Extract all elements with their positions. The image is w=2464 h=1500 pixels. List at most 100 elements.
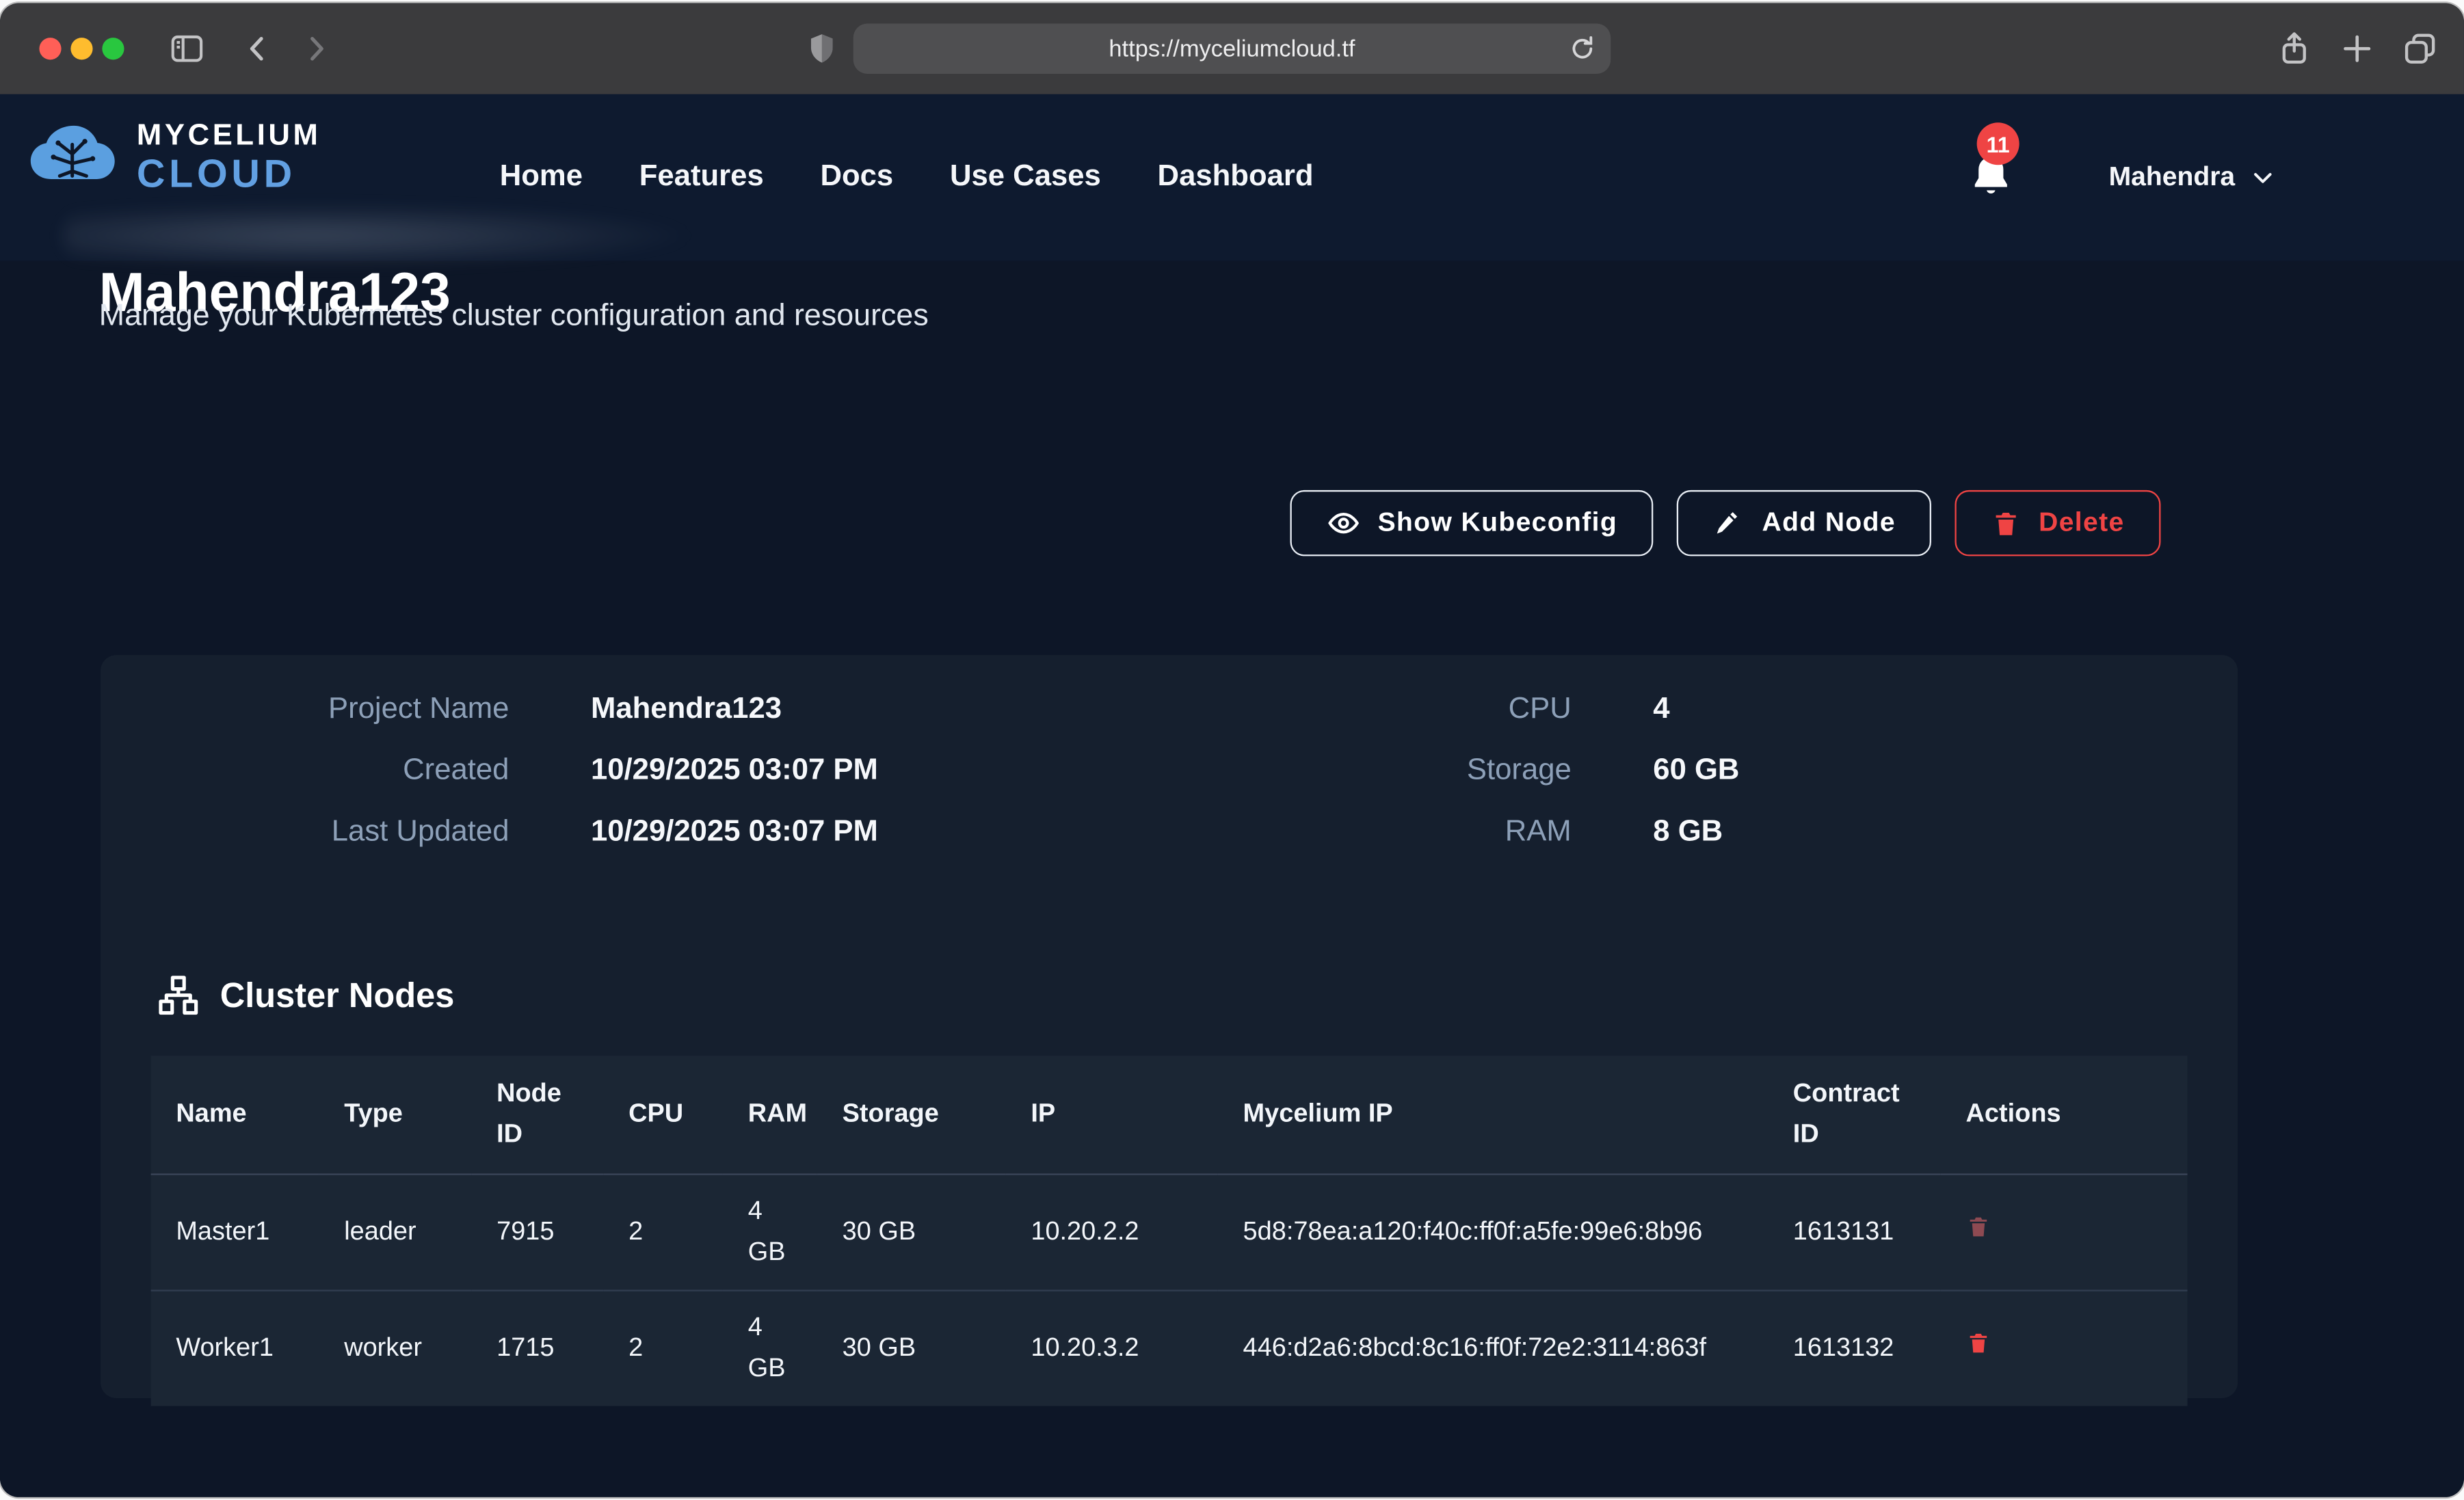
info-row-created: Created 10/29/2025 03:07 PM xyxy=(148,754,878,789)
cluster-nodes-heading: Cluster Nodes xyxy=(157,974,455,1017)
top-navbar: MYCELIUM CLOUD Home Features Docs Use Ca… xyxy=(0,94,2464,261)
cpu-value: 4 xyxy=(1653,693,1669,727)
cell-cpu: 2 xyxy=(603,1291,723,1406)
show-kubeconfig-button[interactable]: Show Kubeconfig xyxy=(1290,490,1654,557)
nav-links: Home Features Docs Use Cases Dashboard xyxy=(500,94,1314,261)
cell-type: leader xyxy=(319,1175,471,1291)
sidebar-toggle-icon[interactable] xyxy=(168,30,206,68)
cell-name: Worker1 xyxy=(151,1291,319,1406)
user-name: Mahendra xyxy=(2109,162,2236,193)
share-icon[interactable] xyxy=(2275,30,2313,68)
cell-contract-id: 1613132 xyxy=(1768,1291,1941,1406)
storage-label: Storage xyxy=(1247,754,1571,789)
col-header-cpu: CPU xyxy=(603,1056,723,1175)
project-name-value: Mahendra123 xyxy=(591,693,782,727)
delete-label: Delete xyxy=(2039,507,2125,539)
new-tab-icon[interactable] xyxy=(2338,30,2376,68)
cluster-details-card: Project Name Mahendra123 Created 10/29/2… xyxy=(101,655,2238,1398)
table-header-row: Name Type Node ID CPU RAM Storage IP Myc… xyxy=(151,1056,2188,1175)
created-value: 10/29/2025 03:07 PM xyxy=(591,754,878,789)
cell-storage: 30 GB xyxy=(817,1175,1006,1291)
trash-icon xyxy=(1966,1330,1991,1356)
chevron-down-icon xyxy=(2251,165,2276,190)
cell-storage: 30 GB xyxy=(817,1291,1006,1406)
cell-ram: 4 GB xyxy=(723,1291,817,1406)
cell-name: Master1 xyxy=(151,1175,319,1291)
table-row: Worker1 worker 1715 2 4 GB 30 GB 10.20.3… xyxy=(151,1291,2188,1406)
cell-ip: 10.20.3.2 xyxy=(1006,1291,1218,1406)
tab-overview-icon[interactable] xyxy=(2401,30,2439,68)
info-row-last-updated: Last Updated 10/29/2025 03:07 PM xyxy=(148,816,878,851)
cell-contract-id: 1613131 xyxy=(1768,1175,1941,1291)
info-row-cpu: CPU 4 xyxy=(1247,693,1739,727)
table-row: Master1 leader 7915 2 4 GB 30 GB 10.20.2… xyxy=(151,1175,2188,1291)
privacy-shield-icon[interactable] xyxy=(804,30,839,68)
delete-node-button[interactable] xyxy=(1966,1330,1991,1356)
col-header-node-id: Node ID xyxy=(471,1056,603,1175)
delete-node-button[interactable] xyxy=(1966,1214,1991,1240)
cloud-logo-icon xyxy=(23,122,124,194)
col-header-storage: Storage xyxy=(817,1056,1006,1175)
cell-cpu: 2 xyxy=(603,1175,723,1291)
browser-window: https://myceliumcloud.tf xyxy=(0,3,2464,1497)
address-bar[interactable]: https://myceliumcloud.tf xyxy=(853,23,1611,74)
site-content: Mahendra123 Manage your Kubernetes clust… xyxy=(0,94,2464,1497)
notification-badge: 11 xyxy=(1977,122,2019,165)
info-row-storage: Storage 60 GB xyxy=(1247,754,1739,789)
last-updated-label: Last Updated xyxy=(148,816,509,851)
add-node-label: Add Node xyxy=(1762,507,1896,539)
nav-link-home[interactable]: Home xyxy=(500,160,583,195)
nav-link-use-cases[interactable]: Use Cases xyxy=(950,160,1101,195)
reload-icon[interactable] xyxy=(1567,33,1598,64)
page-subtitle: Manage your Kubernetes cluster configura… xyxy=(99,299,929,335)
network-nodes-icon xyxy=(157,974,200,1017)
col-header-mycelium-ip: Mycelium IP xyxy=(1218,1056,1768,1175)
col-header-ip: IP xyxy=(1006,1056,1218,1175)
browser-toolbar: https://myceliumcloud.tf xyxy=(0,3,2464,94)
url-text: https://myceliumcloud.tf xyxy=(1109,36,1355,62)
trash-icon xyxy=(1991,508,2022,538)
col-header-ram: RAM xyxy=(723,1056,817,1175)
notifications-button[interactable]: 11 xyxy=(1968,151,2018,204)
cell-node-id: 7915 xyxy=(471,1175,603,1291)
nav-link-features[interactable]: Features xyxy=(639,160,764,195)
cell-mycelium-ip: 446:d2a6:8bcd:8c16:ff0f:72e2:3114:863f xyxy=(1218,1291,1768,1406)
col-header-type: Type xyxy=(319,1056,471,1175)
cell-node-id: 1715 xyxy=(471,1291,603,1406)
nav-link-dashboard[interactable]: Dashboard xyxy=(1158,160,1314,195)
cluster-nodes-table: Name Type Node ID CPU RAM Storage IP Myc… xyxy=(151,1056,2188,1406)
brand-line2: CLOUD xyxy=(137,155,321,194)
last-updated-value: 10/29/2025 03:07 PM xyxy=(591,816,878,851)
eye-icon xyxy=(1326,506,1361,541)
cluster-actions-toolbar: Show Kubeconfig Add Node Delete xyxy=(0,490,2160,557)
brand-logo[interactable]: MYCELIUM CLOUD xyxy=(23,121,321,195)
cell-ip: 10.20.2.2 xyxy=(1006,1175,1218,1291)
ram-label: RAM xyxy=(1247,816,1571,851)
window-minimize-button[interactable] xyxy=(70,38,92,59)
project-info-right: CPU 4 Storage 60 GB RAM 8 GB xyxy=(1247,693,1739,850)
forward-icon[interactable] xyxy=(299,31,334,66)
trash-icon xyxy=(1966,1214,1991,1240)
nav-link-docs[interactable]: Docs xyxy=(820,160,893,195)
cell-type: worker xyxy=(319,1291,471,1406)
project-name-label: Project Name xyxy=(148,693,509,727)
user-menu[interactable]: Mahendra xyxy=(2109,94,2276,261)
ram-value: 8 GB xyxy=(1653,816,1723,851)
cluster-nodes-title: Cluster Nodes xyxy=(220,975,455,1016)
screenshot-stage: https://myceliumcloud.tf xyxy=(0,0,2464,1500)
created-label: Created xyxy=(148,754,509,789)
storage-value: 60 GB xyxy=(1653,754,1739,789)
add-node-button[interactable]: Add Node xyxy=(1677,490,1931,557)
window-close-button[interactable] xyxy=(39,38,61,59)
col-header-name: Name xyxy=(151,1056,319,1175)
window-zoom-button[interactable] xyxy=(102,38,124,59)
project-info-left: Project Name Mahendra123 Created 10/29/2… xyxy=(148,693,878,850)
show-kubeconfig-label: Show Kubeconfig xyxy=(1378,507,1618,539)
info-row-ram: RAM 8 GB xyxy=(1247,816,1739,851)
cell-ram: 4 GB xyxy=(723,1175,817,1291)
back-icon[interactable] xyxy=(241,31,276,66)
brand-line1: MYCELIUM xyxy=(137,121,321,151)
delete-cluster-button[interactable]: Delete xyxy=(1955,490,2160,557)
brand-wordmark: MYCELIUM CLOUD xyxy=(137,121,321,195)
info-row-project-name: Project Name Mahendra123 xyxy=(148,693,878,727)
